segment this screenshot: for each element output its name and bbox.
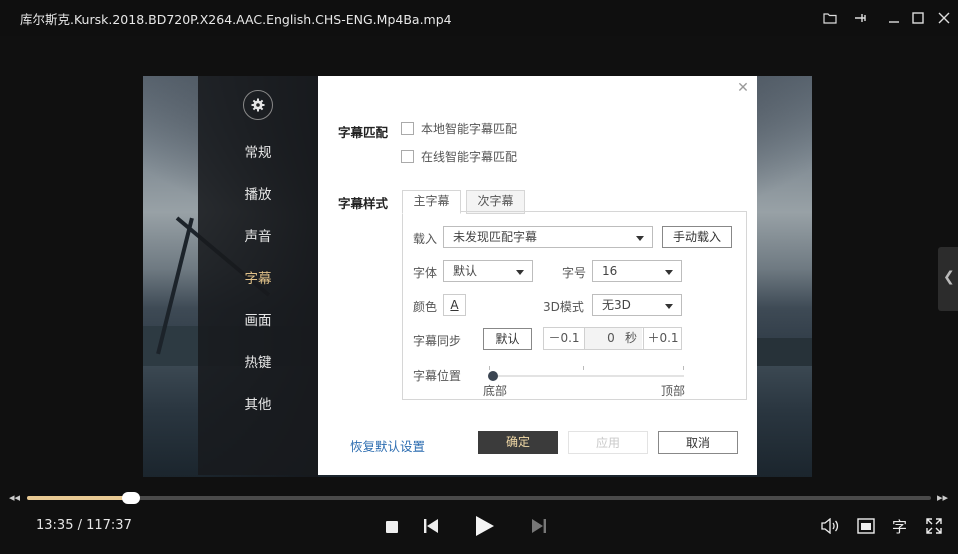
chevron-left-icon: ❮ (943, 269, 955, 285)
local-match-checkbox[interactable] (401, 122, 414, 135)
position-label: 字幕位置 (413, 369, 462, 383)
size-select-value: 16 (602, 264, 618, 278)
load-select-value: 未发现匹配字幕 (453, 230, 538, 244)
volume-icon[interactable] (821, 517, 839, 538)
online-match-checkbox[interactable] (401, 150, 414, 163)
progress-bar[interactable] (27, 496, 931, 500)
chevron-down-icon (665, 270, 673, 275)
subtitle-match-label: 字幕匹配 (338, 125, 389, 140)
tab-main-subtitle[interactable]: 主字幕 (402, 190, 461, 214)
manual-load-button[interactable]: 手动载入 (662, 226, 732, 248)
subtitle-style-label: 字幕样式 (338, 196, 389, 211)
sync-default-button[interactable]: 默认 (483, 328, 532, 350)
sync-label: 字幕同步 (413, 334, 462, 348)
stop-icon[interactable] (385, 519, 399, 538)
dialog-close-icon[interactable]: ✕ (736, 80, 750, 96)
cancel-button[interactable]: 取消 (658, 431, 738, 454)
3d-mode-label: 3D模式 (543, 300, 584, 314)
sidebar-item-picture[interactable]: 画面 (228, 309, 288, 329)
3d-mode-select-value: 无3D (602, 298, 631, 312)
fullscreen-icon[interactable] (926, 518, 942, 538)
previous-icon[interactable] (423, 518, 439, 538)
side-panel-toggle[interactable]: ❮ (938, 247, 958, 311)
online-match-label: 在线智能字幕匹配 (421, 150, 518, 164)
gear-icon (243, 90, 273, 120)
size-label: 字号 (562, 266, 587, 280)
progress-handle[interactable] (122, 492, 140, 504)
sidebar-item-subtitle[interactable]: 字幕 (228, 267, 288, 287)
slider-tick (583, 366, 584, 370)
font-select[interactable]: 默认 (443, 260, 533, 282)
restore-defaults-link[interactable]: 恢复默认设置 (350, 436, 425, 455)
maximize-icon[interactable] (908, 8, 928, 28)
sync-plus-button[interactable]: ＋0.1 (643, 328, 682, 349)
font-select-value: 默认 (453, 264, 478, 278)
chevron-down-icon (665, 304, 673, 309)
sync-minus-button[interactable]: －0.1 (544, 328, 585, 349)
seek-back-icon[interactable]: ◂◂ (9, 491, 20, 504)
local-match-label: 本地智能字幕匹配 (421, 122, 518, 136)
position-min-label: 底部 (483, 384, 508, 398)
next-icon[interactable] (531, 518, 547, 538)
color-label: 颜色 (413, 300, 438, 314)
load-select[interactable]: 未发现匹配字幕 (443, 226, 653, 248)
color-picker-button[interactable]: A (443, 294, 466, 316)
sync-unit: 秒 (620, 328, 642, 349)
chevron-down-icon (516, 270, 524, 275)
sidebar-item-other[interactable]: 其他 (228, 393, 288, 413)
progress-fill (27, 496, 131, 500)
sync-stepper: －0.1 0 秒 ＋0.1 (543, 327, 682, 350)
pin-icon[interactable] (850, 8, 870, 28)
close-icon[interactable] (934, 8, 954, 28)
picture-in-picture-icon[interactable] (857, 518, 875, 538)
font-label: 字体 (413, 266, 438, 280)
ok-button[interactable]: 确定 (478, 431, 558, 454)
3d-mode-select[interactable]: 无3D (592, 294, 682, 316)
subtitle-button[interactable]: 字 (892, 516, 907, 537)
slider-tick (683, 366, 684, 370)
folder-icon[interactable] (820, 8, 840, 28)
position-max-label: 顶部 (661, 384, 686, 398)
sidebar-item-general[interactable]: 常规 (228, 141, 288, 161)
size-select[interactable]: 16 (592, 260, 682, 282)
chevron-down-icon (636, 236, 644, 241)
play-icon[interactable] (475, 515, 495, 541)
window-title: 库尔斯克.Kursk.2018.BD720P.X264.AAC.English.… (20, 12, 452, 27)
apply-button[interactable]: 应用 (568, 431, 648, 454)
sidebar-item-audio[interactable]: 声音 (228, 225, 288, 245)
sidebar-item-hotkeys[interactable]: 热键 (228, 351, 288, 371)
position-slider-handle[interactable] (488, 371, 498, 381)
time-display: 13:35 / 117:37 (36, 518, 132, 533)
sidebar-item-playback[interactable]: 播放 (228, 183, 288, 203)
slider-tick (489, 366, 490, 370)
minimize-icon[interactable] (884, 8, 904, 28)
load-label: 载入 (413, 232, 438, 246)
position-slider[interactable] (489, 375, 684, 377)
seek-forward-icon[interactable]: ▸▸ (937, 491, 948, 504)
